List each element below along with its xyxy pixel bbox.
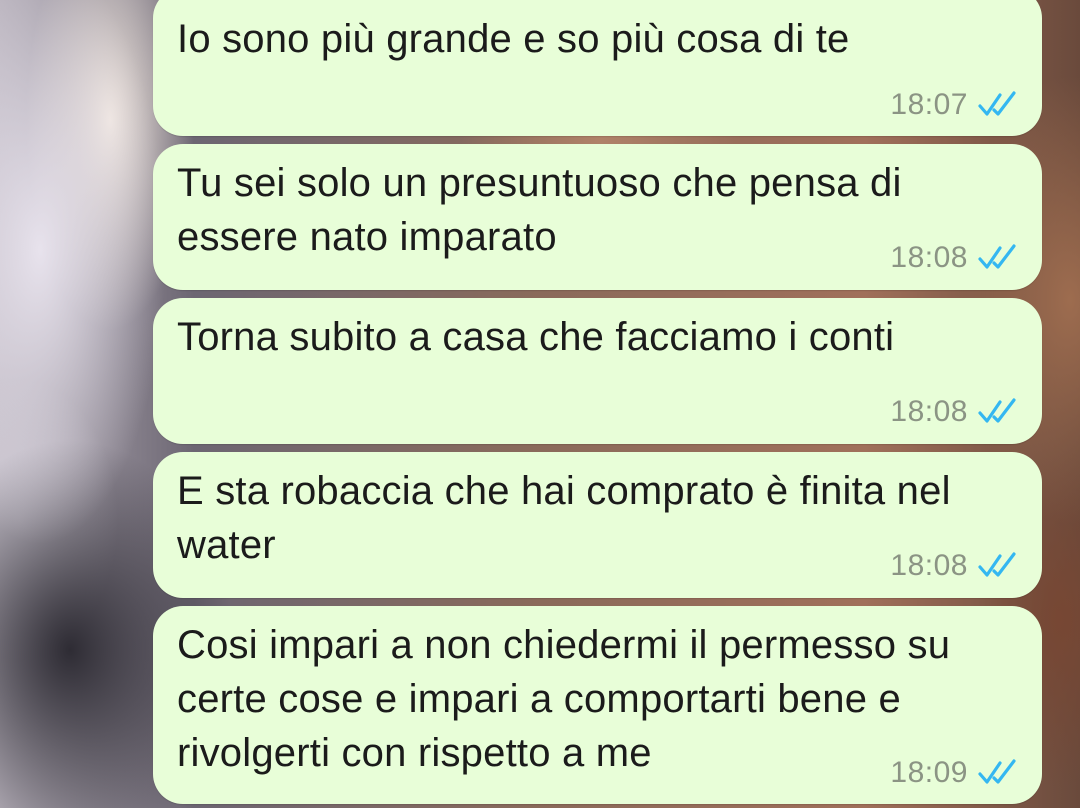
outgoing-message-bubble[interactable]: E sta robaccia che hai comprato è finita… <box>153 452 1042 598</box>
outgoing-message-bubble[interactable]: Cosi impari a non chiedermi il permesso … <box>153 606 1042 804</box>
message-meta: 18:09 <box>890 756 1022 790</box>
message-meta: 18:08 <box>890 549 1022 583</box>
message-list[interactable]: Io sono più grande e so più cosa di te 1… <box>0 0 1080 808</box>
double-check-icon <box>978 552 1022 580</box>
outgoing-message-bubble[interactable]: Io sono più grande e so più cosa di te 1… <box>153 0 1042 136</box>
double-check-icon <box>978 759 1022 787</box>
outgoing-message-bubble[interactable]: Tu sei solo un presuntuoso che pensa di … <box>153 144 1042 290</box>
message-meta: 18:07 <box>890 88 1022 122</box>
message-text: Tu sei solo un presuntuoso che pensa di … <box>177 161 902 259</box>
message-meta: 18:08 <box>890 241 1022 275</box>
double-check-icon <box>978 244 1022 272</box>
double-check-icon <box>978 398 1022 426</box>
message-time: 18:08 <box>890 241 968 274</box>
message-time: 18:08 <box>890 395 968 428</box>
message-text: Torna subito a casa che facciamo i conti <box>177 315 895 359</box>
message-meta: 18:08 <box>890 395 1022 429</box>
message-text: Io sono più grande e so più cosa di te <box>177 17 850 61</box>
message-time: 18:08 <box>890 549 968 582</box>
message-time: 18:07 <box>890 88 968 121</box>
message-text: Cosi impari a non chiedermi il permesso … <box>177 623 951 775</box>
double-check-icon <box>978 91 1022 119</box>
outgoing-message-bubble[interactable]: Torna subito a casa che facciamo i conti… <box>153 298 1042 444</box>
message-time: 18:09 <box>890 756 968 789</box>
